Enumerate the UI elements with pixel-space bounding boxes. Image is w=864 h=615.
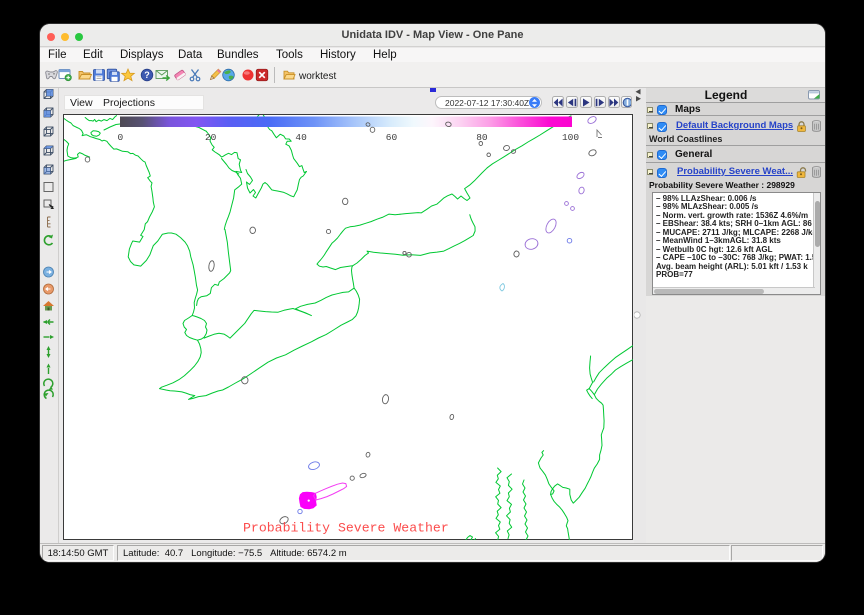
- svg-text:60: 60: [386, 132, 398, 143]
- svg-text:20: 20: [205, 132, 217, 143]
- svg-text:100: 100: [562, 132, 579, 143]
- svg-text:worktest: worktest: [298, 71, 336, 82]
- svg-text:0: 0: [117, 132, 123, 143]
- svg-text:40: 40: [295, 132, 307, 143]
- svg-text:?: ?: [144, 70, 150, 80]
- svg-text:Probability Severe Weather: Probability Severe Weather: [243, 521, 449, 536]
